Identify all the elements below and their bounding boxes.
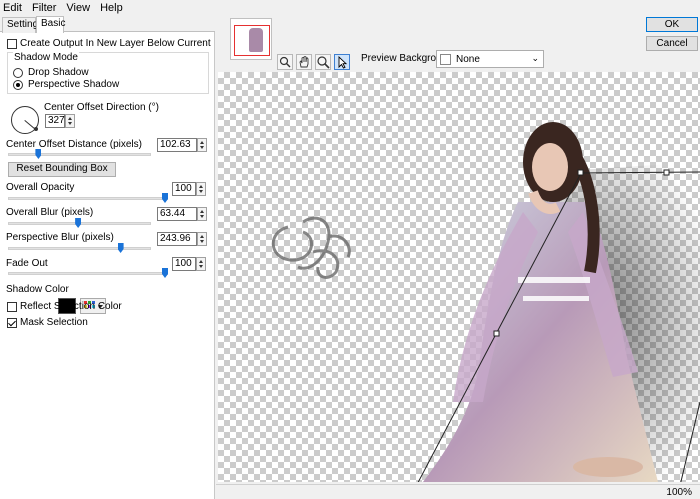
settings-panel: Settings Basic Create Output In New Laye…	[0, 16, 215, 499]
overall-blur-label: Overall Blur (pixels)	[6, 207, 94, 218]
frame-handle[interactable]	[577, 169, 584, 176]
preview-scene	[271, 122, 700, 482]
tab-settings[interactable]: Settings	[2, 17, 43, 33]
center-offset-distance-track[interactable]	[8, 153, 151, 156]
fade-out-thumb[interactable]	[162, 268, 168, 278]
perspective-blur-track[interactable]	[8, 247, 151, 250]
zoom-fit-icon[interactable]	[277, 54, 293, 70]
tab-basic[interactable]: Basic	[36, 16, 65, 33]
reflect-selection-color-checkbox[interactable]	[7, 302, 17, 312]
center-offset-distance-thumb[interactable]	[35, 149, 42, 159]
perspective-blur-label: Perspective Blur (pixels)	[6, 232, 114, 243]
magnifier-icon[interactable]	[315, 54, 331, 70]
create-output-checkbox[interactable]	[7, 39, 17, 49]
reflect-selection-color-label: Reflect Selection Color	[20, 301, 122, 312]
cancel-button[interactable]: Cancel	[646, 36, 698, 51]
preview-background-select[interactable]: None ⌄	[436, 50, 544, 68]
menu-edit[interactable]: Edit	[0, 0, 27, 16]
center-offset-distance-label: Center Offset Distance (pixels)	[6, 139, 142, 150]
overall-opacity-label: Overall Opacity	[6, 182, 75, 193]
tab-strip: Settings Basic	[0, 16, 215, 33]
perspective-shadow-radio[interactable]	[13, 80, 23, 90]
navigator-thumbnail[interactable]	[230, 18, 272, 60]
overall-blur-spinner[interactable]	[197, 207, 207, 221]
preview-background-swatch	[440, 54, 451, 65]
fade-out-track[interactable]	[8, 272, 168, 275]
overall-blur-thumb[interactable]	[75, 218, 82, 228]
chevron-down-icon: ⌄	[531, 53, 539, 63]
preview-area: Preview Background: None ⌄ OK Cancel	[216, 16, 700, 499]
frame-handle[interactable]	[493, 330, 500, 337]
menu-filter[interactable]: Filter	[27, 0, 61, 16]
overall-opacity-thumb[interactable]	[162, 193, 168, 203]
menu-bar: Edit Filter View Help	[0, 0, 700, 16]
shadow-color-label: Shadow Color	[6, 284, 69, 295]
perspective-blur-input[interactable]: 243.96	[157, 232, 197, 246]
center-offset-direction-spinner[interactable]	[65, 114, 75, 128]
ok-button[interactable]: OK	[646, 17, 698, 32]
overall-opacity-input[interactable]: 100	[172, 182, 196, 196]
overall-opacity-track[interactable]	[8, 197, 168, 200]
fade-out-spinner[interactable]	[196, 257, 206, 271]
mask-selection-checkbox[interactable]	[7, 318, 17, 328]
reset-bounding-box-button[interactable]: Reset Bounding Box	[8, 162, 116, 177]
shadow-mode-title: Shadow Mode	[13, 52, 79, 63]
frame-handle[interactable]	[663, 169, 670, 176]
status-bar: 100%	[216, 484, 700, 499]
perspective-blur-thumb[interactable]	[117, 243, 124, 253]
dial-knob	[34, 127, 38, 131]
watermark-swirl	[271, 216, 351, 279]
perspective-blur-spinner[interactable]	[197, 232, 207, 246]
fade-out-label: Fade Out	[6, 258, 48, 269]
overall-opacity-spinner[interactable]	[196, 182, 206, 196]
center-offset-distance-spinner[interactable]	[197, 138, 207, 152]
arrow-pointer-icon[interactable]	[334, 54, 350, 70]
center-offset-distance-input[interactable]: 102.63	[157, 138, 197, 152]
menu-view[interactable]: View	[61, 0, 95, 16]
center-offset-direction-input[interactable]: 327	[45, 114, 65, 128]
preview-canvas[interactable]	[218, 72, 700, 482]
overall-blur-input[interactable]: 63.44	[157, 207, 197, 221]
fade-out-input[interactable]: 100	[172, 257, 196, 271]
shadow-mode-group: Shadow Mode Drop Shadow Perspective Shad…	[7, 52, 209, 94]
create-output-label: Create Output In New Layer Below Current	[20, 38, 211, 49]
menu-help[interactable]: Help	[95, 0, 128, 16]
drop-shadow-label: Drop Shadow	[28, 67, 89, 78]
preview-background-value: None	[456, 54, 480, 65]
perspective-shadow-label: Perspective Shadow	[28, 79, 120, 90]
zoom-level: 100%	[666, 487, 692, 498]
thumbnail-view-frame[interactable]	[234, 25, 270, 56]
mask-selection-label: Mask Selection	[20, 317, 88, 328]
direction-dial[interactable]	[11, 106, 39, 134]
hand-icon[interactable]	[296, 54, 312, 70]
drop-shadow-radio[interactable]	[13, 68, 23, 78]
center-offset-direction-label: Center Offset Direction (°)	[44, 102, 159, 113]
